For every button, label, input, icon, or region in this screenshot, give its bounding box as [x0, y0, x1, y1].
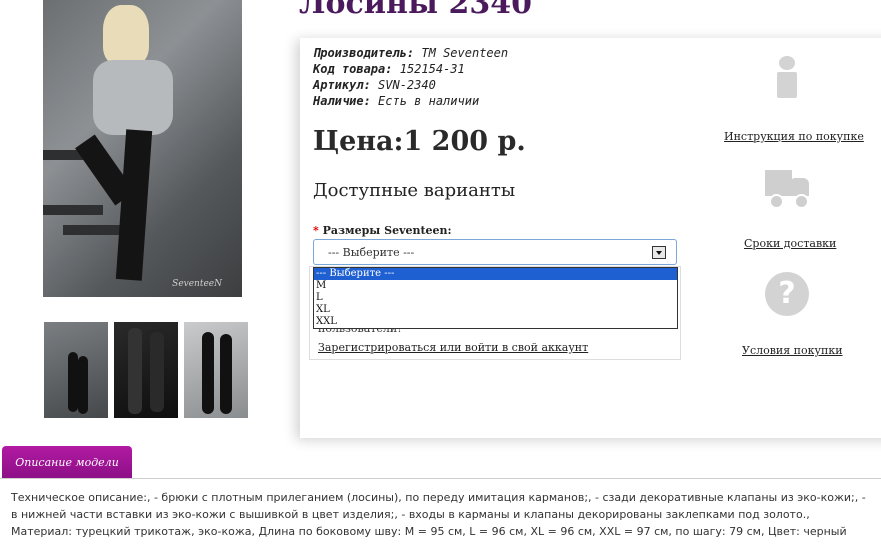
- thumb-leg: [68, 352, 78, 412]
- availability-row: Наличие: Есть в наличии: [313, 93, 508, 109]
- purchase-instructions-link[interactable]: Инструкция по покупке: [724, 130, 864, 143]
- photo-watermark: SeventeeN: [172, 279, 222, 289]
- thumbnail-1[interactable]: [44, 322, 108, 418]
- size-select-value: --- Выберите ---: [328, 246, 415, 259]
- code-row: Код товара: 152154-31: [313, 61, 508, 77]
- photo-stair: [43, 205, 103, 215]
- size-option-placeholder[interactable]: --- Выберите ---: [314, 268, 677, 280]
- truck-icon-wheel: [794, 194, 809, 209]
- article-row: Артикул: SVN-2340: [313, 77, 508, 93]
- manufacturer-row: Производитель: ТМ Seventeen: [313, 45, 508, 61]
- code-label: Код товара:: [313, 62, 393, 76]
- thumb-leg: [128, 328, 142, 414]
- register-or-login-link[interactable]: Зарегистрироваться или войти в свой акка…: [318, 341, 588, 354]
- photo-model-top: [93, 60, 173, 135]
- article-value: SVN-2340: [378, 78, 436, 92]
- size-option-m[interactable]: M: [314, 280, 677, 292]
- photo-model-hair: [103, 5, 149, 65]
- truck-icon-box: [765, 170, 792, 196]
- product-details: Производитель: ТМ Seventeen Код товара: …: [313, 45, 508, 109]
- availability-label: Наличие:: [313, 94, 371, 108]
- thumb-leg: [150, 332, 164, 412]
- description-text: Техническое описание:, - брюки с плотным…: [11, 491, 866, 538]
- truck-icon-wheel: [769, 194, 784, 209]
- variants-heading: Доступные варианты: [313, 180, 516, 201]
- availability-value: Есть в наличии: [378, 94, 480, 108]
- code-value: 152154-31: [399, 62, 465, 76]
- delivery-terms-link[interactable]: Сроки доставки: [744, 237, 836, 250]
- thumb-leg: [78, 356, 88, 414]
- tab-model-description[interactable]: Описание модели: [2, 446, 132, 479]
- manufacturer-value: ТМ Seventeen: [421, 46, 509, 60]
- purchase-conditions-link[interactable]: Условия покупки: [742, 344, 843, 357]
- truck-icon[interactable]: [765, 168, 809, 212]
- size-label: * Размеры Seventeen:: [313, 224, 452, 237]
- product-price: Цена:1 200 р.: [313, 126, 526, 157]
- manufacturer-label: Производитель:: [313, 46, 415, 60]
- size-option-xxl[interactable]: XXL: [314, 316, 677, 328]
- info-icon-bar: [777, 72, 797, 98]
- thumbnail-3[interactable]: [184, 322, 248, 418]
- photo-model-leg: [115, 129, 153, 281]
- thumbnail-2[interactable]: [114, 322, 178, 418]
- size-option-l[interactable]: L: [314, 292, 677, 304]
- size-label-text: Размеры Seventeen:: [322, 224, 452, 237]
- product-title: Лосины 2340: [299, 0, 533, 21]
- size-option-xl[interactable]: XL: [314, 304, 677, 316]
- thumb-leg: [202, 332, 214, 414]
- size-dropdown-list[interactable]: --- Выберите --- M L XL XXL: [313, 267, 678, 329]
- question-icon[interactable]: ?: [765, 272, 809, 316]
- info-icon[interactable]: [765, 56, 809, 100]
- main-product-photo[interactable]: SeventeeN: [43, 0, 242, 297]
- required-mark: *: [313, 224, 319, 237]
- chevron-down-icon[interactable]: [652, 246, 666, 259]
- article-label: Артикул:: [313, 78, 371, 92]
- thumb-leg: [220, 334, 232, 414]
- size-select[interactable]: --- Выберите ---: [313, 239, 677, 265]
- info-icon-dot: [779, 56, 795, 70]
